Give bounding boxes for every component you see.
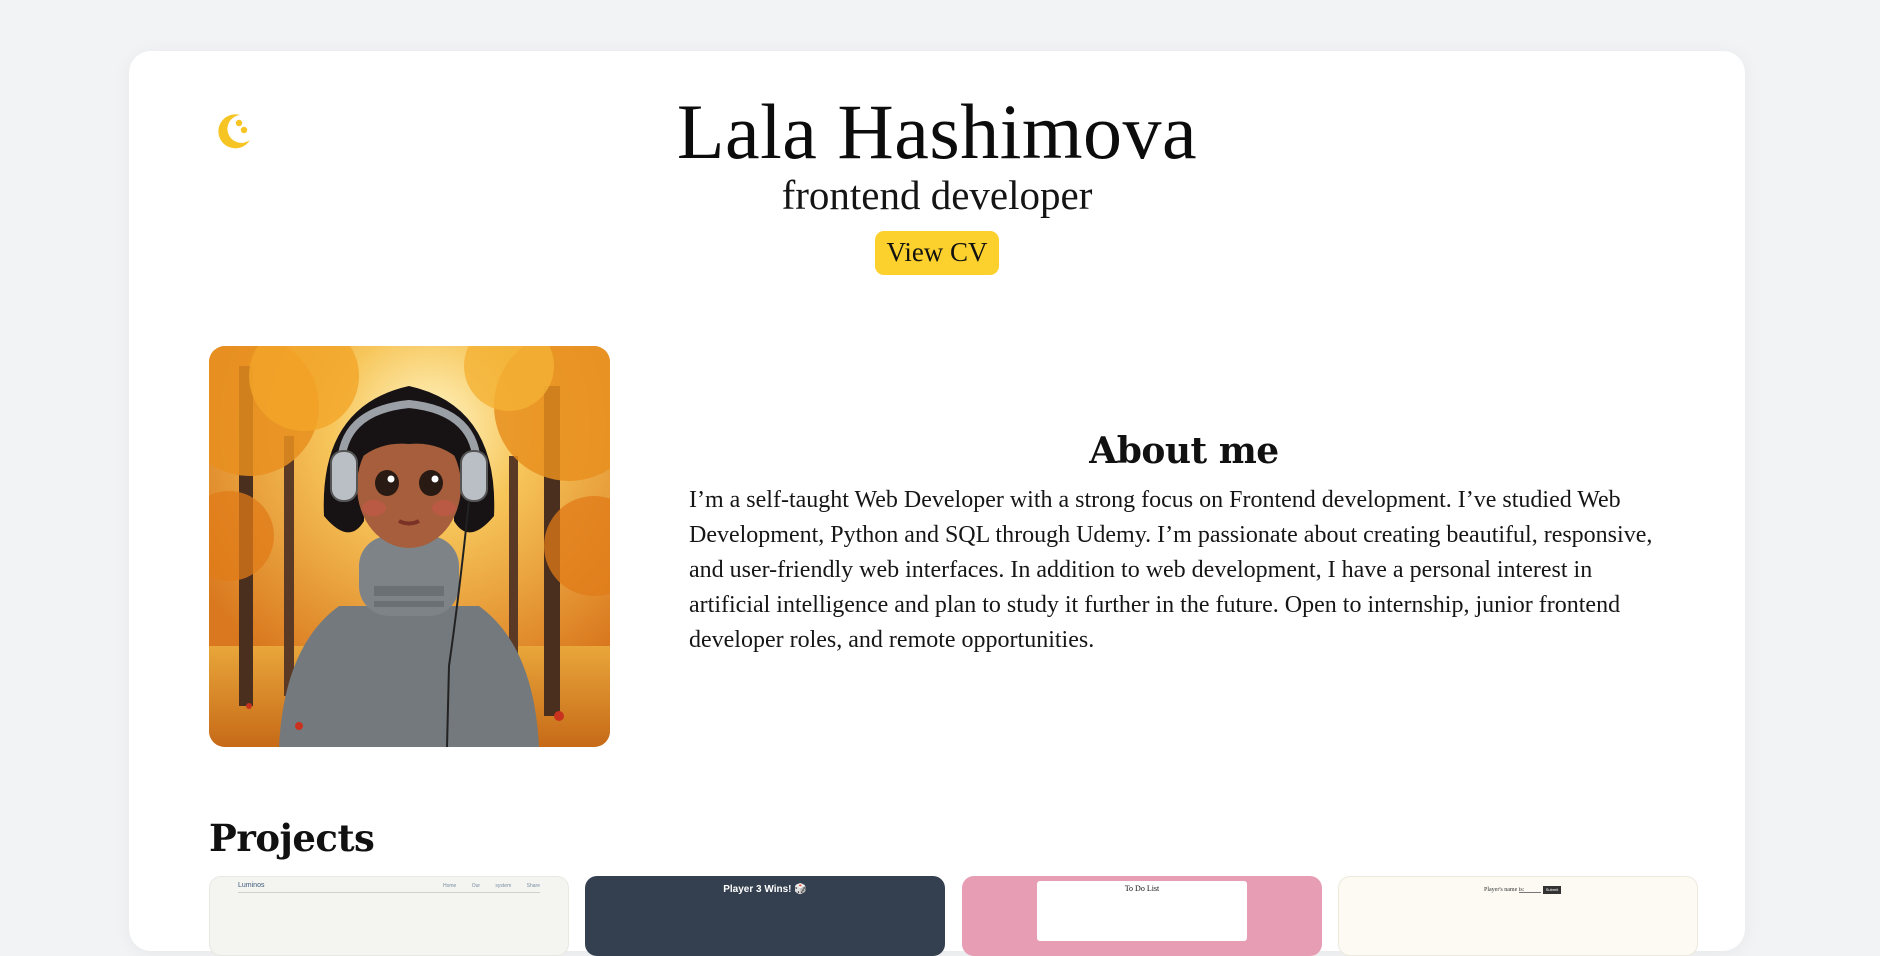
about-section: About me I’m a self-taught Web Developer…	[689, 427, 1679, 658]
project-preview-title: Luminos	[238, 882, 265, 889]
portrait-image	[209, 346, 610, 747]
job-title: frontend developer	[781, 172, 1093, 218]
project-card-3[interactable]: To Do List	[962, 876, 1322, 956]
main-card: Lala Hashimova frontend developer View C…	[129, 51, 1745, 956]
header: Lala Hashimova frontend developer View C…	[129, 91, 1745, 275]
about-heading: About me	[1089, 430, 1279, 472]
project-preview-title: To Do List	[1124, 884, 1160, 893]
page-title: Lala Hashimova	[676, 88, 1198, 175]
project-card-1[interactable]: Luminos Home Our system Share	[209, 876, 569, 956]
projects-heading: Projects	[209, 816, 375, 860]
project-card-4[interactable]: Player's name is: Submit	[1338, 876, 1698, 956]
about-text: I’m a self-taught Web Developer with a s…	[689, 487, 1653, 653]
project-preview-links: Home Our system Share	[442, 883, 540, 889]
divider	[238, 892, 540, 893]
view-cv-button[interactable]: View CV	[875, 231, 999, 275]
project-preview-button: Submit	[1543, 886, 1561, 894]
project-card-2[interactable]: Player 3 Wins! 🎲	[585, 876, 945, 956]
project-preview-input	[1519, 887, 1541, 893]
project-preview-title: Player 3 Wins! 🎲	[723, 884, 807, 895]
